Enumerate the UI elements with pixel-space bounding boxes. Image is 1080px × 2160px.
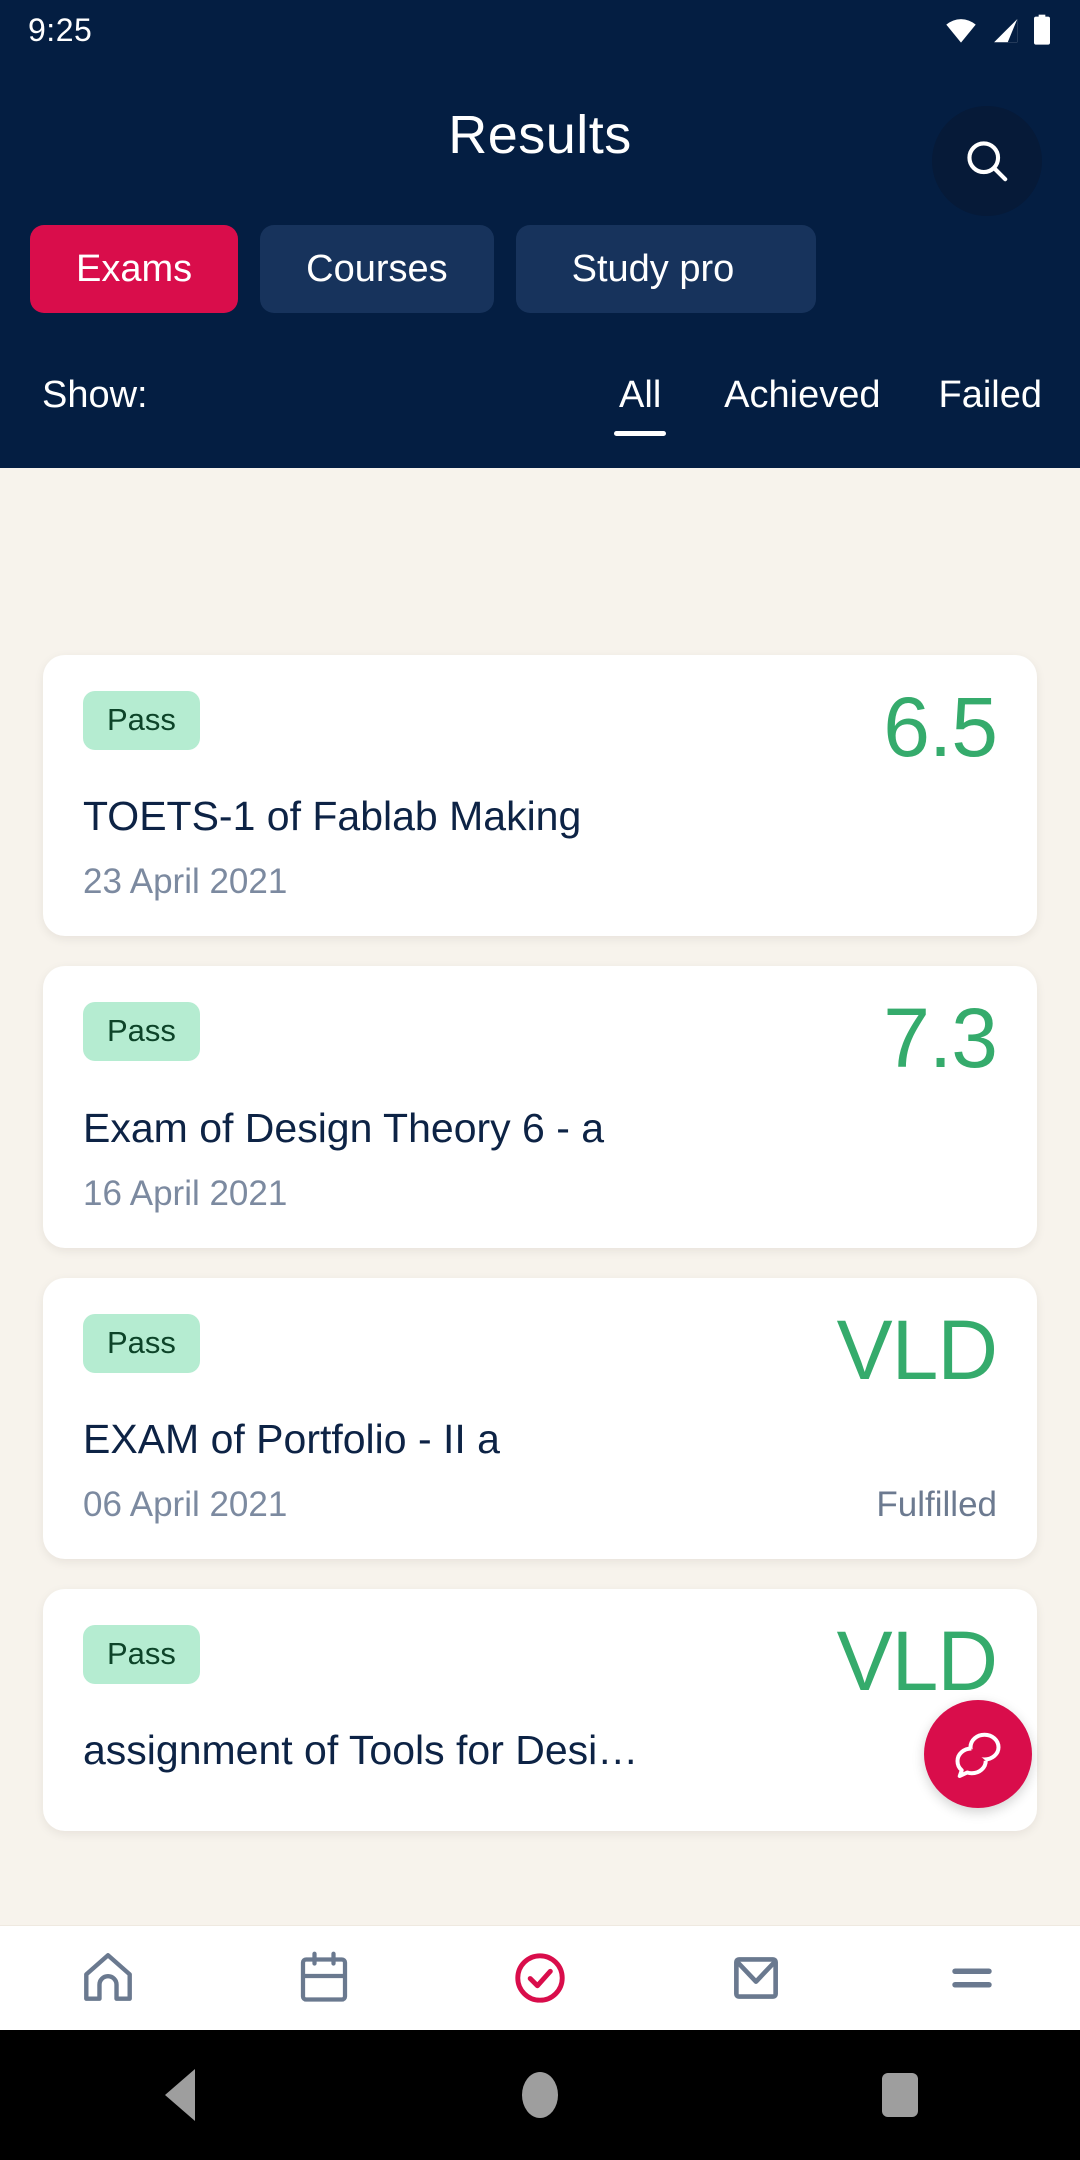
battery-icon [1034,14,1050,45]
status-bar: 9:25 [0,0,1080,60]
back-triangle-icon [165,2069,195,2121]
result-date: 06 April 2021 [83,1485,288,1525]
status-icons [944,14,1052,46]
filter-label: Show: [42,374,148,416]
status-badge: Pass [83,1002,200,1062]
filter-active-underline [614,431,667,436]
nav-item-results[interactable] [465,1926,615,2031]
category-tab-row[interactable]: Exams Courses Study pro [0,210,1080,328]
results-scroll-area[interactable]: Pass 6.5 TOETS-1 of Fablab Making 23 Apr… [0,578,1080,1925]
menu-icon [952,1968,992,1988]
search-button[interactable] [932,106,1042,216]
tab-exams[interactable]: Exams [30,225,239,313]
calendar-icon [300,1951,348,2002]
result-title: assignment of Tools for Desi… [83,1727,639,1774]
home-circle-icon [522,2072,558,2118]
wifi-icon [946,19,976,43]
signal-icon [994,19,1018,43]
result-card-bottom: 06 April 2021 Fulfilled [83,1485,997,1525]
result-card-bottom: 16 April 2021 [83,1174,997,1214]
grade-value: VLD [836,1302,998,1397]
system-home-button[interactable] [480,2030,600,2160]
system-recents-button[interactable] [840,2030,960,2160]
result-card[interactable]: Pass 6.5 TOETS-1 of Fablab Making 23 Apr… [43,655,1037,937]
result-title: Exam of Design Theory 6 - a [83,1104,605,1151]
filter-options[interactable]: All Achieved Failed [614,374,1050,436]
app-header: Results Exams Courses Study pro Show: Al… [0,60,1080,468]
mail-icon [734,1957,778,1999]
tab-study-programme-label: Study pro [571,247,735,290]
result-card[interactable]: Pass VLD EXAM of Portfolio - II a 06 Apr… [43,1277,1037,1560]
status-badge: Pass [83,1313,200,1373]
tab-courses[interactable]: Courses [260,225,494,313]
grade-value: 7.3 [883,991,998,1086]
filter-row: Show: All Achieved Failed [0,328,1080,468]
status-badge: Pass [83,1625,200,1685]
tab-exams-label: Exams [76,247,193,290]
result-status: Fulfilled [876,1485,997,1525]
system-navigation-bar[interactable] [0,2030,1080,2160]
tab-study-programme[interactable]: Study pro [515,225,816,313]
search-icon [967,141,1008,182]
home-icon [84,1953,132,2001]
filter-underline [776,431,828,436]
result-date: 16 April 2021 [83,1173,288,1213]
system-back-button[interactable] [120,2030,240,2160]
results-list: Pass 6.5 TOETS-1 of Fablab Making 23 Apr… [0,578,1080,1831]
result-card[interactable]: Pass 7.3 Exam of Design Theory 6 - a 16 … [43,966,1037,1248]
tab-courses-label: Courses [306,247,448,290]
header-top-row: Results [0,60,1080,216]
status-time: 9:25 [28,11,93,48]
filter-underline [964,431,1016,436]
filter-option-all[interactable]: All [614,374,667,436]
result-card-top: Pass 6.5 [83,680,998,774]
nav-item-mail[interactable] [681,1926,831,2031]
nav-item-calendar[interactable] [249,1926,399,2031]
bottom-navigation-bar[interactable] [0,1925,1080,2030]
chat-fab-button[interactable] [924,1700,1032,1808]
grade-value: VLD [836,1614,998,1709]
check-circle-icon [515,1953,565,2003]
result-card-top: Pass 7.3 [83,991,998,1086]
result-date: 23 April 2021 [83,862,288,902]
result-card-top: Pass VLD [83,1614,998,1709]
filter-option-achieved-label: Achieved [724,374,881,416]
filter-option-failed[interactable]: Failed [939,374,1043,436]
result-title: TOETS-1 of Fablab Making [83,793,582,840]
nav-item-menu[interactable] [897,1926,1047,2031]
nav-item-home[interactable] [33,1926,183,2031]
filter-option-all-label: All [619,374,662,416]
result-card-top: Pass VLD [83,1302,998,1397]
filter-option-failed-label: Failed [938,374,1043,416]
filter-option-achieved[interactable]: Achieved [724,374,880,436]
result-card[interactable]: Pass VLD assignment of Tools for Desi… [43,1589,1037,1831]
page-title: Results [448,105,632,165]
status-badge: Pass [83,691,200,750]
result-card-bottom: 23 April 2021 [83,862,997,902]
grade-value: 6.5 [883,680,998,774]
recents-square-icon [882,2073,918,2117]
chat-bubbles-icon [955,1732,1001,1778]
result-title: EXAM of Portfolio - II a [83,1415,500,1462]
